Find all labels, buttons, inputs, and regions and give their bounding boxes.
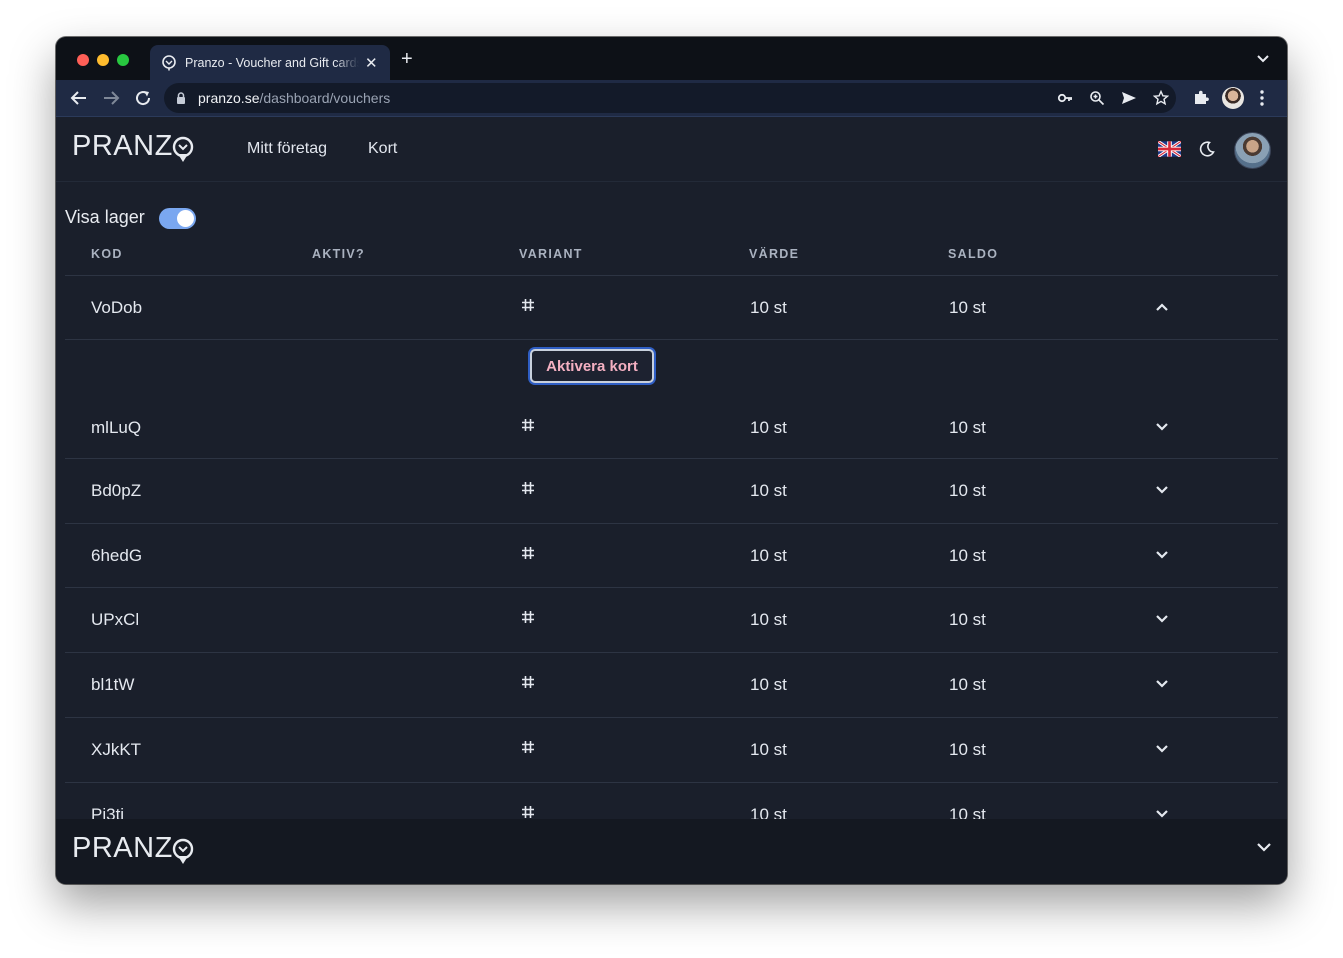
- chevron-down-icon[interactable]: [1155, 422, 1169, 432]
- show-stock-toggle[interactable]: [159, 208, 196, 229]
- voucher-balance: 10 st: [949, 298, 986, 317]
- voucher-balance: 10 st: [949, 675, 986, 694]
- voucher-value: 10 st: [750, 418, 787, 437]
- lock-icon[interactable]: [176, 92, 186, 104]
- footer-logo-pin-icon: [172, 838, 194, 864]
- key-icon[interactable]: [1057, 90, 1073, 106]
- voucher-row[interactable]: mlLuQ 10 st 10 st: [65, 396, 1278, 460]
- close-window-button[interactable]: [77, 54, 89, 66]
- new-tab-icon[interactable]: +: [401, 49, 413, 69]
- voucher-row[interactable]: bl1tW 10 st 10 st: [65, 652, 1278, 717]
- hash-icon: [522, 299, 534, 311]
- dark-mode-moon-icon[interactable]: [1199, 141, 1215, 157]
- toggle-knob: [177, 210, 194, 227]
- voucher-code: bl1tW: [91, 675, 135, 694]
- voucher-code: XJkKT: [91, 740, 142, 759]
- voucher-value: 10 st: [750, 481, 787, 500]
- voucher-balance: 10 st: [949, 418, 986, 437]
- browser-toolbar: pranzo.se/dashboard/vouchers: [56, 80, 1287, 116]
- chevron-down-icon[interactable]: [1155, 809, 1169, 819]
- voucher-code: VoDob: [91, 298, 143, 317]
- chevron-down-icon[interactable]: [1155, 485, 1169, 495]
- chevron-down-icon[interactable]: [1155, 614, 1169, 624]
- tab-title: Pranzo - Voucher and Gift cards: [185, 56, 359, 70]
- column-header-active: AKTIV?: [312, 247, 365, 261]
- tab-strip: Pranzo - Voucher and Gift cards ✕ +: [56, 37, 1287, 80]
- chevron-down-icon[interactable]: [1155, 679, 1169, 689]
- footer-logo[interactable]: PRANZ: [72, 832, 194, 865]
- voucher-value: 10 st: [750, 546, 787, 565]
- browser-menu-icon[interactable]: [1259, 89, 1265, 107]
- tab-search-chevron-icon[interactable]: [1256, 51, 1270, 65]
- close-tab-icon[interactable]: ✕: [365, 54, 378, 72]
- voucher-code: mlLuQ: [91, 418, 142, 437]
- zoom-icon[interactable]: [1089, 90, 1105, 106]
- chevron-up-icon[interactable]: [1155, 302, 1169, 312]
- browser-profile-avatar[interactable]: [1222, 87, 1244, 109]
- star-icon[interactable]: [1153, 90, 1169, 106]
- voucher-value: 10 st: [750, 675, 787, 694]
- hash-icon: [522, 611, 534, 623]
- maximize-window-button[interactable]: [117, 54, 129, 66]
- address-bar[interactable]: pranzo.se/dashboard/vouchers: [164, 83, 1176, 113]
- app-header: PRANZ Mitt företag Kort: [56, 117, 1287, 182]
- hash-icon: [522, 419, 534, 431]
- voucher-balance: 10 st: [949, 740, 986, 759]
- extensions-puzzle-icon[interactable]: [1193, 89, 1210, 106]
- url-host: pranzo.se: [198, 90, 260, 106]
- browser-tab-active[interactable]: Pranzo - Voucher and Gift cards ✕: [150, 45, 390, 80]
- url-path: /dashboard/vouchers: [259, 90, 391, 106]
- nav-link-kort[interactable]: Kort: [368, 140, 397, 158]
- url-text[interactable]: pranzo.se/dashboard/vouchers: [198, 90, 390, 106]
- hash-icon: [522, 547, 534, 559]
- voucher-row[interactable]: XJkKT 10 st 10 st: [65, 717, 1278, 782]
- voucher-row[interactable]: Bd0pZ 10 st 10 st: [65, 458, 1278, 523]
- hash-icon: [522, 741, 534, 753]
- footer-logo-text: PRANZ: [72, 832, 173, 864]
- voucher-code: 6hedG: [91, 546, 143, 565]
- voucher-value: 10 st: [750, 610, 787, 629]
- pranzo-favicon-icon: [162, 55, 176, 71]
- voucher-value: 10 st: [750, 298, 787, 317]
- voucher-row-details: Aktivera kort: [65, 339, 1278, 397]
- activate-card-button[interactable]: Aktivera kort: [530, 349, 654, 383]
- voucher-balance: 10 st: [949, 610, 986, 629]
- voucher-row[interactable]: VoDob 10 st 10 st: [65, 275, 1278, 340]
- voucher-code: UPxCl: [91, 610, 140, 629]
- send-icon[interactable]: [1121, 90, 1137, 106]
- voucher-row[interactable]: 6hedG 10 st 10 st: [65, 523, 1278, 588]
- app-page: PRANZ Mitt företag Kort Visa lager KOD A…: [56, 117, 1287, 884]
- hash-icon: [522, 806, 534, 818]
- column-header-balance: SALDO: [948, 247, 999, 261]
- chevron-down-icon[interactable]: [1155, 744, 1169, 754]
- back-arrow-icon[interactable]: [70, 89, 88, 107]
- app-footer: PRANZ: [56, 819, 1287, 884]
- column-header-code: KOD: [91, 247, 123, 261]
- user-avatar[interactable]: [1234, 132, 1271, 169]
- column-header-value: VÄRDE: [749, 247, 800, 261]
- footer-chevron-down-icon[interactable]: [1256, 841, 1272, 853]
- voucher-balance: 10 st: [949, 481, 986, 500]
- column-header-variant: VARIANT: [519, 247, 583, 261]
- voucher-code: Bd0pZ: [91, 481, 142, 500]
- voucher-row[interactable]: UPxCl 10 st 10 st: [65, 587, 1278, 652]
- voucher-balance: 10 st: [949, 546, 986, 565]
- voucher-value: 10 st: [750, 740, 787, 759]
- hash-icon: [522, 482, 534, 494]
- forward-arrow-icon[interactable]: [102, 89, 120, 107]
- uk-flag-icon[interactable]: [1158, 141, 1181, 157]
- pranzo-logo[interactable]: PRANZ: [72, 130, 194, 170]
- hash-icon: [522, 676, 534, 688]
- show-stock-label: Visa lager: [65, 207, 145, 227]
- browser-window: Pranzo - Voucher and Gift cards ✕ + pran…: [56, 37, 1287, 884]
- nav-link-mitt-foretag[interactable]: Mitt företag: [247, 140, 327, 158]
- logo-text: PRANZ: [72, 130, 173, 162]
- minimize-window-button[interactable]: [97, 54, 109, 66]
- logo-pin-icon: [172, 136, 194, 162]
- reload-icon[interactable]: [134, 89, 152, 107]
- chevron-down-icon[interactable]: [1155, 550, 1169, 560]
